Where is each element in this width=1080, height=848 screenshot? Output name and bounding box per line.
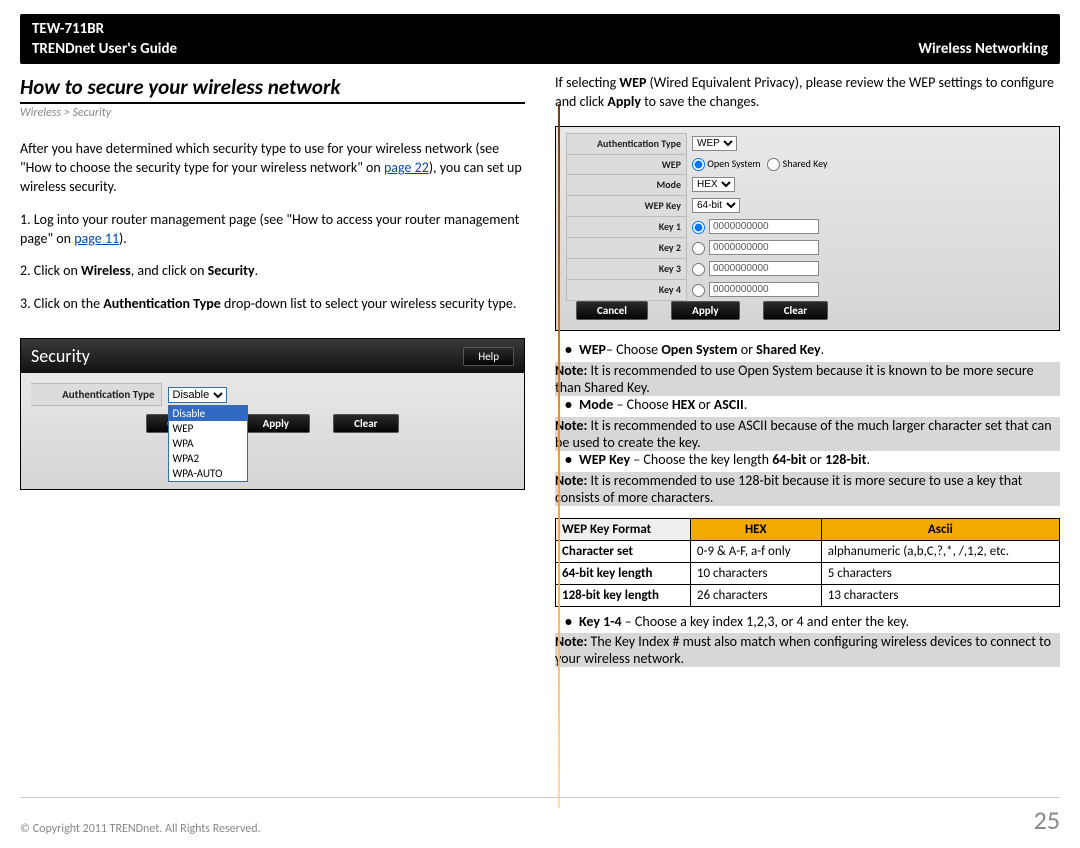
link-page-22[interactable]: page 22 xyxy=(384,159,429,176)
screenshot-wep-settings: Authentication Type WEP WEP Open System … xyxy=(555,126,1060,331)
link-page-11[interactable]: page 11 xyxy=(74,230,119,247)
screenshot-security-panel: Security Help Authentication Type Disabl… xyxy=(20,338,525,490)
wep-intro: If selecting WEP (Wired Equivalent Priva… xyxy=(555,74,1060,112)
step-3: 3. Click on the Authentication Type drop… xyxy=(20,295,525,314)
auth-type-label: Authentication Type xyxy=(567,133,687,154)
wep-shared-key-radio[interactable]: Shared Key xyxy=(767,157,827,170)
auth-type-dropdown-list[interactable]: Disable WEP WPA WPA2 WPA-AUTO xyxy=(168,405,248,482)
option-wpa[interactable]: WPA xyxy=(169,436,247,451)
key4-radio[interactable] xyxy=(692,284,705,297)
left-column: How to secure your wireless network Wire… xyxy=(20,74,525,667)
key2-radio[interactable] xyxy=(692,242,705,255)
wep-label: WEP xyxy=(567,154,687,174)
option-wep[interactable]: WEP xyxy=(169,421,247,436)
key2-label: Key 2 xyxy=(567,237,687,258)
table-row: 64-bit key length 10 characters 5 charac… xyxy=(556,562,1060,584)
bullet-wepkey: WEP Key – Choose the key length 64-bit o… xyxy=(579,451,1060,470)
intro-paragraph: After you have determined which security… xyxy=(20,140,525,197)
header-bar: TEW-711BR TRENDnet User's Guide Wireless… xyxy=(20,14,1060,64)
wep-key-select[interactable]: 64-bit xyxy=(692,198,740,213)
cancel-button[interactable]: Cancel xyxy=(576,301,648,320)
key1-label: Key 1 xyxy=(567,216,687,237)
footer: © Copyright 2011 TRENDnet. All Rights Re… xyxy=(20,797,1060,836)
page-number: 25 xyxy=(1034,804,1060,836)
clear-button[interactable]: Clear xyxy=(333,414,398,433)
step-1: 1. Log into your router management page … xyxy=(20,211,525,249)
option-disable[interactable]: Disable xyxy=(169,406,247,421)
bullet-wep: WEP– Choose Open System or Shared Key. xyxy=(579,341,1060,360)
option-wpa2[interactable]: WPA2 xyxy=(169,451,247,466)
note-wepkey: Note: It is recommended to use 128-bit b… xyxy=(555,472,1060,506)
section-title: How to secure your wireless network xyxy=(20,74,525,104)
th-ascii: Ascii xyxy=(821,518,1059,540)
panel-title: Security xyxy=(31,345,90,367)
bullet-mode: Mode – Choose HEX or ASCII. xyxy=(579,396,1060,415)
key1-input[interactable] xyxy=(709,219,819,234)
th-hex: HEX xyxy=(690,518,821,540)
breadcrumb: Wireless > Security xyxy=(20,106,525,120)
wep-key-format-table: WEP Key Format HEX Ascii Character set 0… xyxy=(555,518,1060,607)
table-row: 128-bit key length 26 characters 13 char… xyxy=(556,584,1060,606)
auth-type-select[interactable]: Disable xyxy=(168,387,227,403)
guide-title: TRENDnet User's Guide xyxy=(32,40,177,58)
bullet-key14: Key 1-4 – Choose a key index 1,2,3, or 4… xyxy=(579,613,1060,632)
wep-open-system-radio[interactable]: Open System xyxy=(692,157,761,170)
key3-radio[interactable] xyxy=(692,263,705,276)
step-2: 2. Click on Wireless, and click on Secur… xyxy=(20,262,525,281)
mode-select[interactable]: HEX xyxy=(692,177,735,192)
option-wpa-auto[interactable]: WPA-AUTO xyxy=(169,466,247,481)
right-column: If selecting WEP (Wired Equivalent Priva… xyxy=(555,74,1060,667)
auth-type-label: Authentication Type xyxy=(31,384,161,406)
key4-input[interactable] xyxy=(709,282,819,297)
key2-input[interactable] xyxy=(709,240,819,255)
apply-button[interactable]: Apply xyxy=(671,301,739,320)
wep-key-label: WEP Key xyxy=(567,195,687,216)
table-row: Character set 0-9 & A-F, a-f only alphan… xyxy=(556,540,1060,562)
key4-label: Key 4 xyxy=(567,279,687,300)
apply-button[interactable]: Apply xyxy=(242,414,310,433)
note-wep: Note: It is recommended to use Open Syst… xyxy=(555,362,1060,396)
key1-radio[interactable] xyxy=(692,221,705,234)
key3-input[interactable] xyxy=(709,261,819,276)
th-format: WEP Key Format xyxy=(556,518,691,540)
column-separator xyxy=(558,104,560,808)
key3-label: Key 3 xyxy=(567,258,687,279)
mode-label: Mode xyxy=(567,174,687,195)
section-name: Wireless Networking xyxy=(918,40,1048,58)
help-button[interactable]: Help xyxy=(463,347,514,366)
note-key14: Note: The Key Index # must also match wh… xyxy=(555,633,1060,667)
clear-button[interactable]: Clear xyxy=(763,301,828,320)
model-number: TEW-711BR xyxy=(32,20,1048,38)
auth-type-select[interactable]: WEP xyxy=(692,136,737,151)
note-mode: Note: It is recommended to use ASCII bec… xyxy=(555,417,1060,451)
